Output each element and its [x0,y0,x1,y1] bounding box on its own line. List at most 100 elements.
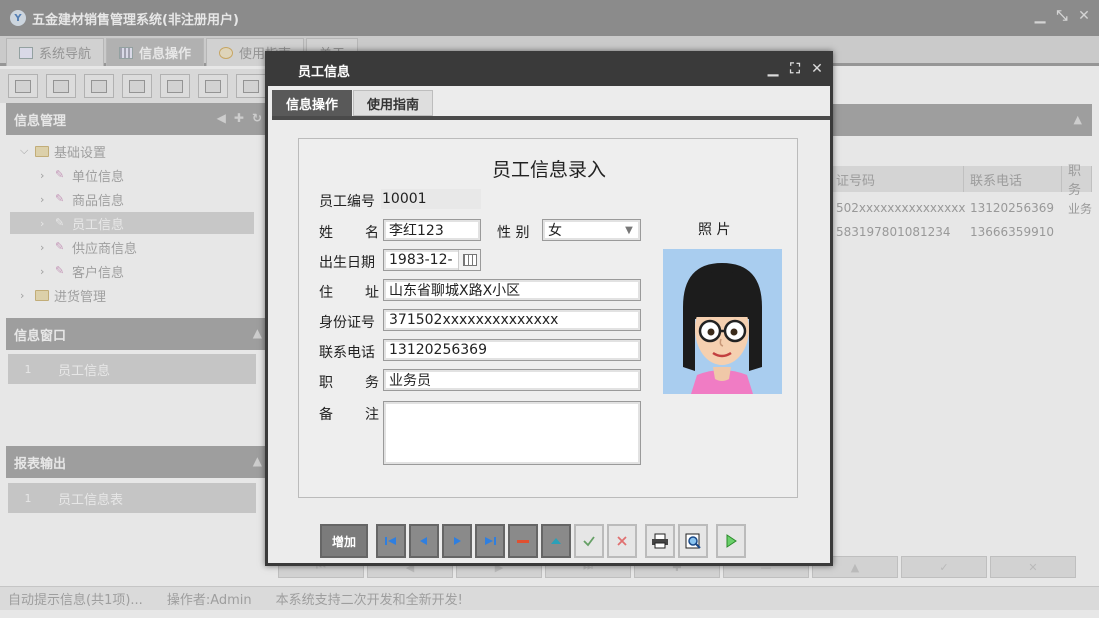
tree-node-purchase-mgmt[interactable]: › 进货管理 [20,284,106,306]
toolbar-doc-button[interactable] [84,74,114,98]
panel-tools: ◀ ✚ ↻ [217,111,262,125]
maximize-icon[interactable]: ⛶ [788,62,802,76]
tab-user-guide[interactable]: 使用指南 [353,90,434,116]
birth-date-input[interactable]: 1983-12- [383,249,481,271]
tools-icon: ✎ [55,216,65,229]
form-title: 员工信息录入 [491,159,606,181]
print-button[interactable] [645,524,675,558]
table-cell[interactable]: 583197801081234 [830,220,964,244]
phone-input[interactable]: 13120256369 [383,339,641,361]
panel-header-info-window[interactable]: 信息窗口 ▲ [6,318,268,350]
skip-first-icon [385,537,396,545]
address-input[interactable]: 山东省聊城X路X小区 [383,279,641,301]
chevron-right-icon: › [40,216,45,230]
print-preview-button[interactable] [678,524,708,558]
minimize-icon[interactable]: ▁ [766,62,780,76]
name-input[interactable]: 李红123 [383,219,481,241]
table-cell[interactable]: 502xxxxxxxxxxxxxxx [830,196,965,220]
cancel-record-button[interactable]: ✕ [990,556,1076,578]
tab-info-ops[interactable]: 信息操作 [106,38,205,66]
toolbar-search-button[interactable] [8,74,38,98]
job-input[interactable]: 业务员 [383,369,641,391]
tree-node-basic-settings[interactable]: ⌵ 基础设置 [20,140,106,162]
refresh-icon[interactable]: ↻ [252,111,262,125]
app-title: 五金建材销售管理系统(非注册用户) [32,12,239,28]
run-button[interactable] [716,524,746,558]
toolbar-list-button[interactable] [46,74,76,98]
table-cell[interactable]: 13666359910 [964,220,1062,244]
cancel-button[interactable] [607,524,637,558]
panel-header-info-mgmt[interactable]: 信息管理 ◀ ✚ ↻ [6,103,268,135]
chevron-right-icon[interactable]: › [20,289,30,302]
window-controls: ▁ ⤡ ✕ [1033,9,1091,23]
calendar-button[interactable] [458,250,480,270]
id-number-input[interactable]: 371502xxxxxxxxxxxxxx [383,309,641,331]
panel-header-report-output[interactable]: 报表输出 ▲ [6,446,268,478]
status-hint: 自动提示信息(共1项)... [8,593,143,608]
restore-icon[interactable]: ⤡ [1055,9,1069,23]
collapse-left-icon[interactable]: ◀ [217,111,226,125]
tree-node-customer-info[interactable]: › ✎ 客户信息 [40,260,124,282]
expand-arrow-icon[interactable]: ⌵ [20,144,30,158]
minimize-icon[interactable]: ▁ [1033,9,1047,23]
emp-no-label: 员工编号 [319,194,375,210]
tab-info-ops[interactable]: 信息操作 [272,90,353,116]
folder-icon [35,145,49,157]
emp-no-value: 10001 [381,189,481,209]
tab-label: 信息操作 [139,47,192,62]
document-icon [91,79,107,93]
tools-icon: ✎ [55,168,65,181]
toolbar-export-button[interactable] [198,74,228,98]
tree-node-unit-info[interactable]: › ✎ 单位信息 [40,164,124,186]
add-button[interactable]: 增加 [320,524,368,558]
tools-icon: ✎ [55,264,65,277]
tree-node-label: 进货管理 [54,289,107,305]
chevron-down-icon[interactable]: ▼ [618,220,640,240]
dialog-titlebar[interactable]: 员工信息 ▁ ⛶ ✕ [268,54,830,86]
close-icon[interactable]: ✕ [1077,9,1091,23]
tree-node-supplier-info[interactable]: › ✎ 供应商信息 [40,236,137,258]
toolbar-users-button[interactable] [122,74,152,98]
next-record-button[interactable] [442,524,472,558]
grid-column-header[interactable]: 联系电话 [964,166,1062,192]
birth-date-value: 1983-12- [389,252,453,268]
delete-button[interactable] [508,524,538,558]
collapse-up-icon[interactable]: ▲ [253,326,262,340]
info-window-body: 1 员工信息 [6,350,268,442]
table-cell[interactable]: 13120256369 [964,196,1062,220]
clock-icon [219,46,234,59]
edit-button[interactable] [541,524,571,558]
tab-system-nav[interactable]: 系统导航 [6,38,105,66]
tree-node-product-info[interactable]: › ✎ 商品信息 [40,188,124,210]
grid-column-header[interactable]: 职务 [1062,164,1092,198]
remark-label-part2: 注 [365,407,379,423]
first-record-button[interactable] [376,524,406,558]
add-icon[interactable]: ✚ [234,111,244,125]
skip-last-icon [485,537,496,545]
grid-column-header[interactable]: 证号码 [830,166,964,192]
list-item[interactable]: 1 员工信息表 [8,483,256,513]
toolbar-more-button[interactable] [236,74,266,98]
toolbar-window-button[interactable] [160,74,190,98]
prev-record-button[interactable] [409,524,439,558]
remark-textarea[interactable] [383,401,641,465]
employee-grid: ▲ 证号码 联系电话 职务 502xxxxxxxxxxxxxxx 1312025… [830,104,1099,564]
close-icon[interactable]: ✕ [810,62,824,76]
collapse-up-icon[interactable]: ▲ [253,454,262,468]
grid-header-bar: ▲ [830,104,1092,136]
last-record-button[interactable] [475,524,505,558]
tree-node-label: 单位信息 [72,169,125,185]
grid-icon [119,46,134,59]
confirm-record-button[interactable]: ✓ [901,556,987,578]
gender-select[interactable]: 女 ▼ [542,219,641,241]
tree-node-employee-info[interactable]: › ✎ 员工信息 [10,212,254,234]
address-label-part1: 住 [319,285,333,301]
employee-info-dialog: 员工信息 ▁ ⛶ ✕ 信息操作 使用指南 员工信息录入 员工编号 10001 姓… [265,51,833,566]
tree-node-label: 基础设置 [54,145,107,161]
employee-photo[interactable] [663,249,782,394]
confirm-button[interactable] [574,524,604,558]
table-cell[interactable]: 业务 [1062,196,1092,220]
collapse-up-icon[interactable]: ▲ [1074,113,1082,126]
list-item[interactable]: 1 员工信息 [8,354,256,384]
dialog-window-controls: ▁ ⛶ ✕ [766,62,824,76]
